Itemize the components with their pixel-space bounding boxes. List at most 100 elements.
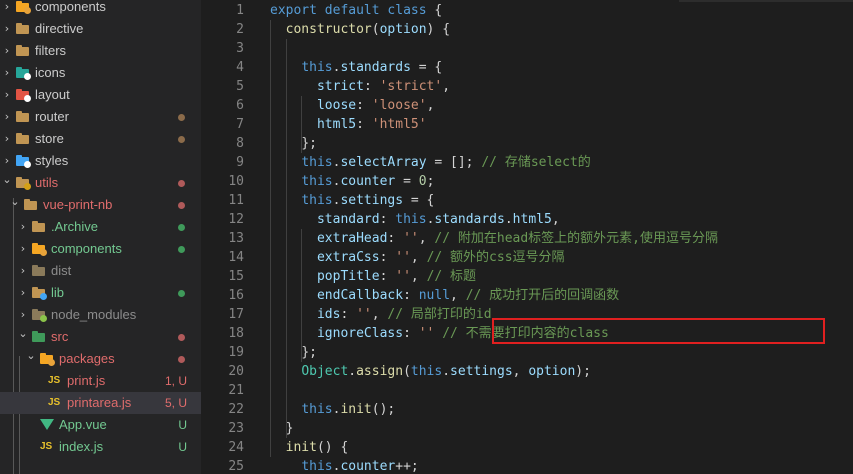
- code-line[interactable]: 19 };: [201, 343, 853, 362]
- code-text: }: [270, 419, 294, 438]
- code-line[interactable]: 25 this.counter++;: [201, 457, 853, 474]
- code-line[interactable]: 11 this.settings = {: [201, 191, 853, 210]
- code-token: '': [395, 269, 411, 284]
- code-line[interactable]: 3: [201, 39, 853, 58]
- code-token: // 标题: [426, 269, 477, 284]
- code-text: export default class {: [270, 1, 442, 20]
- tree-item[interactable]: › store: [0, 128, 201, 150]
- code-token: standards: [434, 212, 505, 227]
- chevron-right-icon[interactable]: ›: [2, 40, 12, 62]
- code-line[interactable]: 2 constructor(option) {: [201, 20, 853, 39]
- git-status-dot: [178, 180, 185, 187]
- folder-icon: [32, 221, 45, 232]
- code-line[interactable]: 12 standard: this.standards.html5,: [201, 210, 853, 229]
- tree-item[interactable]: ⌄ packages: [0, 348, 201, 370]
- code-line[interactable]: 24 init() {: [201, 438, 853, 457]
- tree-item[interactable]: ⌄ vue-print-nb: [0, 194, 201, 216]
- code-token: extraHead: [316, 231, 388, 246]
- tree-item[interactable]: › components: [0, 0, 201, 18]
- chevron-down-icon[interactable]: ⌄: [2, 172, 12, 194]
- tree-item[interactable]: › filters: [0, 40, 201, 62]
- tree-item[interactable]: › dist: [0, 260, 201, 282]
- git-status-dot: [178, 334, 185, 341]
- folder-icon: [16, 133, 29, 144]
- code-token: {: [426, 3, 443, 18]
- folder-icon: [32, 309, 47, 322]
- tree-item[interactable]: › directive: [0, 18, 201, 40]
- chevron-down-icon[interactable]: ⌄: [26, 348, 36, 370]
- tree-item[interactable]: › .Archive: [0, 216, 201, 238]
- tree-item[interactable]: › styles: [0, 150, 201, 172]
- code-line[interactable]: 13 extraHead: '', // 附加在head标签上的额外元素,使用逗…: [201, 229, 853, 248]
- chevron-right-icon[interactable]: ›: [18, 304, 28, 326]
- code-token: 0: [418, 174, 427, 189]
- code-token: // 附加在head标签上的额外元素,使用逗号分隔: [434, 231, 719, 246]
- tree-item[interactable]: › lib: [0, 282, 201, 304]
- folder-icon: [16, 45, 29, 56]
- code-token: standard: [316, 212, 380, 227]
- chevron-down-icon[interactable]: ⌄: [18, 326, 28, 348]
- code-token: ,: [418, 231, 435, 246]
- chevron-right-icon[interactable]: ›: [18, 260, 28, 282]
- code-line[interactable]: 6 loose: 'loose',: [201, 96, 853, 115]
- chevron-right-icon[interactable]: ›: [2, 84, 12, 106]
- code-line[interactable]: 1 export default class {: [201, 1, 853, 20]
- tree-item[interactable]: › layout: [0, 84, 201, 106]
- tree-item[interactable]: ⌄ utils: [0, 172, 201, 194]
- code-text: this.settings = {: [270, 191, 434, 210]
- code-line[interactable]: 9 this.selectArray = []; // 存储select的: [201, 153, 853, 172]
- code-token: this: [301, 402, 333, 417]
- code-line[interactable]: 8 };: [201, 134, 853, 153]
- tree-item[interactable]: JS print.js 1, U: [0, 370, 201, 392]
- code-line[interactable]: 15 popTitle: '', // 标题: [201, 267, 853, 286]
- chevron-down-icon[interactable]: ⌄: [10, 194, 20, 216]
- code-line[interactable]: 14 extraCss: '', // 额外的css逗号分隔: [201, 248, 853, 267]
- folder-icon: [16, 111, 29, 122]
- tree-item[interactable]: › router: [0, 106, 201, 128]
- tree-item[interactable]: JS printarea.js 5, U: [0, 392, 201, 414]
- code-token: counter: [340, 174, 396, 189]
- git-status-dot: [178, 202, 185, 209]
- tree-item[interactable]: › node_modules: [0, 304, 201, 326]
- tree-item[interactable]: App.vue U: [0, 414, 201, 436]
- chevron-right-icon[interactable]: ›: [2, 0, 12, 18]
- code-token: 'strict': [379, 79, 443, 94]
- tree-item-label: styles: [35, 153, 69, 168]
- code-token: selectArray: [340, 155, 427, 170]
- js-file-icon: JS: [40, 441, 53, 452]
- chevron-right-icon[interactable]: ›: [2, 150, 12, 172]
- code-token: counter: [340, 459, 396, 474]
- chevron-right-icon[interactable]: ›: [2, 62, 12, 84]
- code-line[interactable]: 10 this.counter = 0;: [201, 172, 853, 191]
- code-line[interactable]: 21: [201, 381, 853, 400]
- tree-item[interactable]: JS index.js U: [0, 436, 201, 458]
- chevron-right-icon[interactable]: ›: [2, 18, 12, 40]
- tree-item[interactable]: › icons: [0, 62, 201, 84]
- code-line[interactable]: 20 Object.assign(this.settings, option);: [201, 362, 853, 381]
- line-number: 10: [228, 174, 244, 189]
- js-file-icon: JS: [48, 375, 61, 386]
- tree-item[interactable]: › components: [0, 238, 201, 260]
- code-token: ;: [426, 174, 435, 189]
- code-line[interactable]: 7 html5: 'html5': [201, 115, 853, 134]
- code-line[interactable]: 16 endCallback: null, // 成功打开后的回调函数: [201, 286, 853, 305]
- line-number: 9: [236, 155, 244, 170]
- code-token: settings: [340, 193, 404, 208]
- code-line[interactable]: 5 strict: 'strict',: [201, 77, 853, 96]
- chevron-right-icon[interactable]: ›: [18, 216, 28, 238]
- code-token: option: [379, 22, 427, 37]
- tree-item-label: store: [35, 131, 64, 146]
- tree-item[interactable]: ⌄ src: [0, 326, 201, 348]
- chevron-right-icon[interactable]: ›: [2, 128, 12, 150]
- chevron-right-icon[interactable]: ›: [18, 238, 28, 260]
- code-editor[interactable]: 1 export default class {2 constructor(opt…: [201, 0, 853, 474]
- code-line[interactable]: 22 this.init();: [201, 400, 853, 419]
- code-token: =: [395, 174, 419, 189]
- code-token: .: [348, 364, 357, 379]
- code-line[interactable]: 23 }: [201, 419, 853, 438]
- chevron-right-icon[interactable]: ›: [2, 106, 12, 128]
- code-line[interactable]: 4 this.standards = {: [201, 58, 853, 77]
- chevron-right-icon[interactable]: ›: [18, 282, 28, 304]
- code-token: constructor: [285, 22, 372, 37]
- code-token: = {: [403, 193, 435, 208]
